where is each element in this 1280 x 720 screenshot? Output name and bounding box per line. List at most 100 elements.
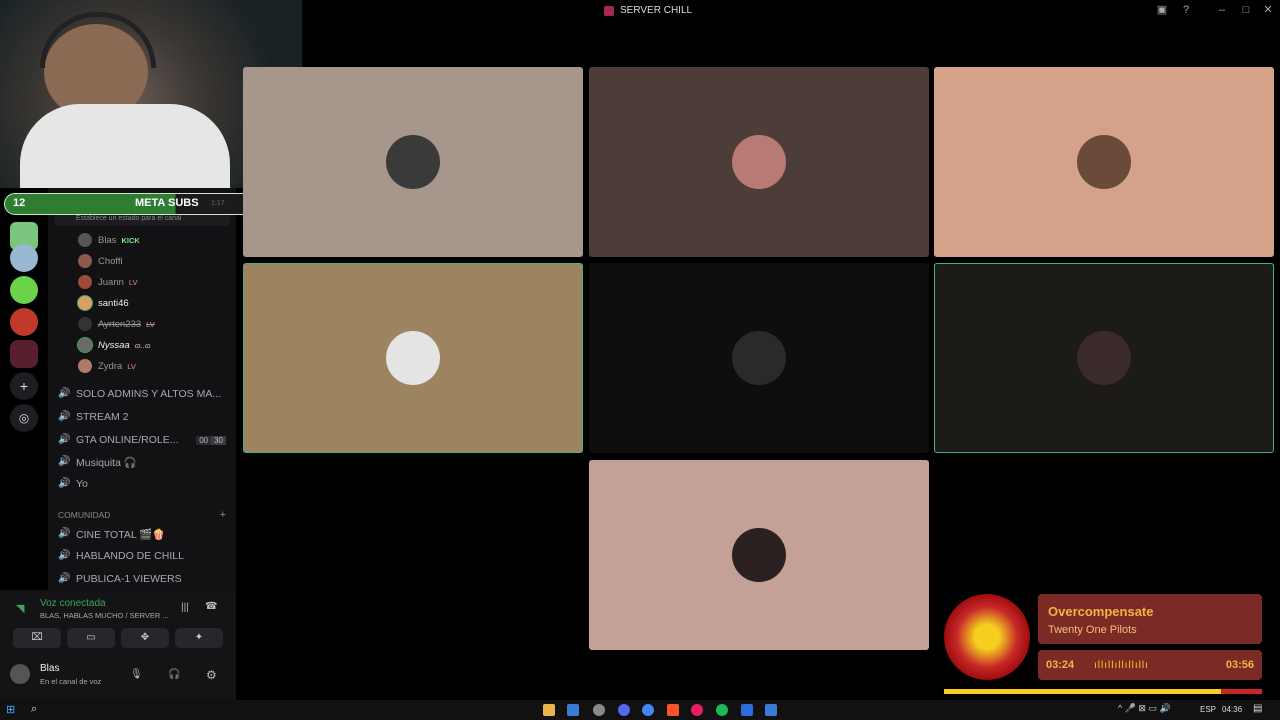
voice-channel[interactable]: 🔊 SOLO ADMINS Y ALTOS MA... [58, 384, 226, 404]
video-tile-speaking[interactable] [934, 263, 1274, 453]
user-status: En el canal de voz [40, 677, 102, 686]
avatar [78, 296, 92, 310]
window-title-text: SERVER CHILL [620, 5, 693, 16]
category-name: COMUNIDAD [58, 510, 111, 520]
voice-channel[interactable]: 🔊 Musiquita 🎧 [58, 452, 226, 472]
video-tile[interactable] [589, 460, 929, 650]
server-icon-3[interactable] [10, 308, 38, 336]
app-logo-icon [604, 5, 614, 16]
help-icon[interactable]: ? [1180, 4, 1192, 16]
speaker-icon: 🔊 [58, 434, 71, 445]
voice-channel[interactable]: 🔊 STREAM 2 [58, 407, 226, 427]
discord-icon[interactable] [618, 704, 630, 716]
server-icon-2[interactable] [10, 276, 38, 304]
headphones-icon[interactable]: 🎧 [168, 669, 180, 680]
file-explorer-icon[interactable] [543, 704, 555, 716]
speaker-icon: 🔊 [58, 528, 71, 539]
window-title: SERVER CHILL [604, 5, 692, 16]
voice-user[interactable]: Choffi [78, 252, 128, 270]
voice-user-badge: LV [146, 319, 155, 329]
server-icon-chill[interactable] [10, 340, 38, 368]
voice-user-name: Ayrten233 [98, 318, 142, 330]
voice-user-name: Nyssaa [98, 339, 130, 351]
album-art [944, 594, 1030, 680]
voice-channel[interactable]: 🔊 Yo [58, 474, 226, 494]
video-tile[interactable] [589, 263, 929, 453]
notifications-icon[interactable]: ▤ [1253, 703, 1262, 714]
brave-icon[interactable] [667, 704, 679, 716]
soundboard-button[interactable]: ✦ [175, 628, 223, 648]
app-icon[interactable] [741, 704, 753, 716]
progress-fill [944, 689, 1221, 694]
channel-name: PUBLICA-1 VIEWERS [76, 573, 182, 585]
channel-name: SOLO ADMINS Y ALTOS MA... [76, 388, 222, 400]
avatar [78, 275, 92, 289]
steam-icon-2[interactable] [765, 704, 777, 716]
video-tile[interactable] [243, 67, 583, 257]
channel-name: GTA ONLINE/ROLE... [76, 434, 179, 446]
voice-user[interactable]: Blas KICK [78, 231, 140, 249]
activities-button[interactable]: ✥ [121, 628, 169, 648]
channel-name: Musiquita 🎧 [76, 456, 137, 469]
add-channel-icon[interactable]: + [220, 509, 226, 521]
voice-user[interactable]: Nyssaa ɷ..ɷ [78, 336, 151, 354]
settings-icon[interactable]: ⚙ [206, 668, 217, 682]
close-icon[interactable]: ✕ [1262, 4, 1274, 16]
video-tile[interactable] [934, 67, 1274, 257]
video-tile[interactable] [589, 67, 929, 257]
progress-track [944, 689, 1262, 694]
voice-user[interactable]: Juann LV [78, 273, 138, 291]
voice-user[interactable]: santi46 [78, 294, 134, 312]
channel-name: STREAM 2 [76, 411, 129, 423]
avatar [732, 331, 786, 385]
video-tile-speaking[interactable] [243, 263, 583, 453]
channel-status-text: Establece un estado para el canal [76, 215, 182, 222]
disconnect-icon[interactable]: ☎ [205, 601, 217, 612]
microphone-icon[interactable]: 🎙 [130, 669, 143, 680]
screen-share-button[interactable]: ▭ [67, 628, 115, 648]
voice-channel[interactable]: 🔊 CINE TOTAL 🎬🍿 [58, 524, 226, 544]
voice-user[interactable]: Ayrten233 LV [78, 315, 155, 333]
track-info: Overcompensate Twenty One Pilots [1038, 594, 1262, 644]
meta-subs-current: 12 [13, 197, 26, 209]
noise-suppression-icon[interactable]: ||| [181, 602, 189, 613]
channel-name: CINE TOTAL 🎬🍿 [76, 528, 166, 541]
voice-user[interactable]: Zydra LV [78, 357, 136, 375]
category-header[interactable]: COMUNIDAD + [58, 505, 226, 525]
voice-detail[interactable]: BLAS, HABLAS MUCHO / SERVER ... [40, 611, 169, 620]
tray-icons[interactable]: ^ 🎤 ⊠ ▭ 🔊 [1118, 703, 1171, 714]
meta-subs-label: META SUBS [135, 197, 199, 209]
voice-user-badge: KICK [121, 235, 140, 245]
camera-off-button[interactable]: ⌧ [13, 628, 61, 648]
minimize-icon[interactable]: – [1216, 4, 1228, 16]
steam-icon[interactable] [567, 704, 579, 716]
speaker-icon: 🔊 [58, 388, 71, 399]
speaker-icon: 🔊 [58, 456, 71, 467]
channel-user-count: 00 [196, 435, 212, 445]
add-server-icon[interactable]: + [10, 372, 38, 400]
voice-channel[interactable]: 🔊 GTA ONLINE/ROLE... 00 30 [58, 430, 226, 450]
search-icon[interactable]: ⌕ [31, 703, 37, 716]
elapsed-time: 03:24 [1046, 659, 1075, 671]
windows-start-icon[interactable]: ⊞ [6, 703, 15, 716]
user-avatar[interactable] [10, 664, 30, 684]
obs-icon[interactable] [593, 704, 605, 716]
headphones-icon [40, 12, 156, 68]
voice-channel[interactable]: 🔊 PUBLICA-1 VIEWERS [58, 569, 226, 589]
voice-channel[interactable]: 🔊 HABLANDO DE CHILL [58, 546, 226, 566]
clock[interactable]: 04:36 [1222, 705, 1242, 714]
inbox-icon[interactable]: ▣ [1156, 4, 1168, 16]
voice-user-name: Zydra [98, 360, 123, 372]
spotify-icon[interactable] [716, 704, 728, 716]
language-indicator[interactable]: ESP [1200, 705, 1216, 714]
voice-user-badge: LV [127, 361, 136, 371]
server-icon-1[interactable] [10, 244, 38, 272]
discover-icon[interactable]: ◎ [10, 404, 38, 432]
speaker-icon: 🔊 [58, 573, 71, 584]
media-player-icon[interactable] [691, 704, 703, 716]
maximize-icon[interactable]: □ [1240, 4, 1252, 16]
avatar [1077, 331, 1131, 385]
voice-user-name: Choffi [98, 255, 123, 267]
chrome-icon[interactable] [642, 704, 654, 716]
channel-name: Yo [76, 478, 88, 490]
